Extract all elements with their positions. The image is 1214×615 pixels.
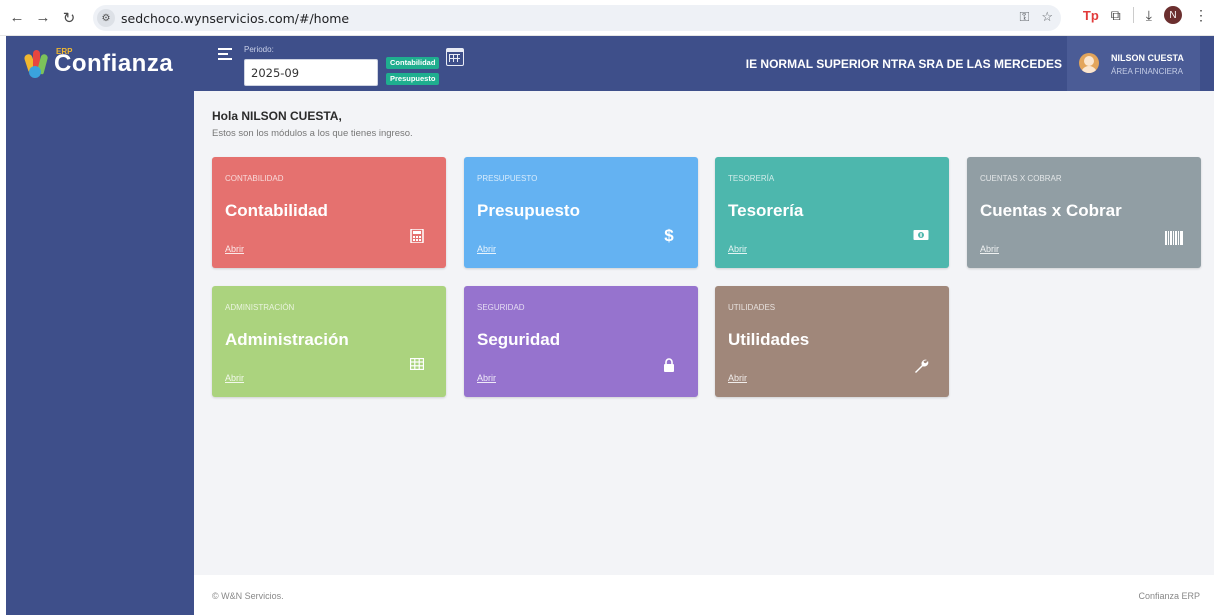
open-link[interactable]: Abrir (225, 373, 244, 383)
module-card-utilidades: UTILIDADES Utilidades Abrir (715, 286, 949, 397)
main-content: Hola NILSON CUESTA, Estos son los módulo… (194, 91, 1214, 575)
wrench-icon (913, 358, 929, 373)
password-key-icon[interactable]: ⚿ (1019, 9, 1029, 25)
hand-logo-icon (23, 48, 49, 80)
card-category: PRESUPUESTO (477, 174, 538, 183)
card-category: SEGURIDAD (477, 303, 525, 312)
menu-toggle-icon[interactable] (218, 48, 232, 60)
open-link[interactable]: Abrir (980, 244, 999, 254)
browser-toolbar: ← → ↻ ⚙ sedchoco.wynservicios.com/#/home… (0, 0, 1214, 36)
card-title: Utilidades (728, 330, 810, 349)
site-settings-icon[interactable]: ⚙ (97, 9, 115, 27)
profile-avatar[interactable]: N (1164, 6, 1182, 24)
institution-name: IE NORMAL SUPERIOR NTRA SRA DE LAS MERCE… (745, 57, 1062, 71)
periodo-label: Periodo: (244, 45, 274, 54)
table-icon (409, 357, 425, 372)
periodo-input[interactable]: 2025-09 (244, 59, 378, 86)
open-link[interactable]: Abrir (477, 373, 496, 383)
greeting-subtitle: Estos son los módulos a los que tienes i… (212, 128, 413, 139)
badge-presupuesto: Presupuesto (386, 73, 440, 85)
address-bar[interactable]: ⚙ sedchoco.wynservicios.com/#/home ⚿ ☆ (93, 5, 1061, 31)
card-title: Contabilidad (225, 201, 328, 220)
toolbar-divider (1132, 7, 1134, 23)
card-category: CONTABILIDAD (225, 174, 284, 183)
forward-icon[interactable]: → (32, 7, 54, 29)
barcode-icon (1165, 231, 1183, 245)
back-icon[interactable]: ← (6, 7, 28, 29)
menu-kebab-icon[interactable]: ⋮ (1194, 7, 1208, 24)
module-card-seguridad: SEGURIDAD Seguridad Abrir (464, 286, 698, 397)
download-icon[interactable]: ⤓ (1146, 7, 1152, 24)
card-category: TESORERÍA (728, 174, 775, 183)
module-card-administracion: ADMINISTRACIÓN Administración Abrir (212, 286, 446, 397)
url-text[interactable]: sedchoco.wynservicios.com/#/home (121, 11, 349, 26)
sidebar (6, 91, 194, 615)
greeting-title: Hola NILSON CUESTA, (212, 109, 342, 123)
calendar-icon[interactable] (446, 48, 464, 66)
badge-contabilidad: Contabilidad (386, 57, 440, 69)
card-category: UTILIDADES (728, 303, 776, 312)
card-category: CUENTAS X COBRAR (980, 174, 1062, 183)
lock-icon (662, 358, 676, 372)
card-title: Administración (225, 330, 349, 349)
card-category: ADMINISTRACIÓN (225, 303, 295, 312)
user-avatar (1079, 53, 1099, 73)
footer-copyright: © W&N Servicios. (212, 591, 284, 601)
card-title: Tesorería (728, 201, 804, 220)
open-link[interactable]: Abrir (225, 244, 244, 254)
footer: © W&N Servicios. Confianza ERP (194, 575, 1214, 615)
open-link[interactable]: Abrir (477, 244, 496, 254)
card-title: Seguridad (477, 330, 561, 349)
reload-icon[interactable]: ↻ (58, 7, 80, 29)
calculator-icon (410, 228, 424, 244)
bookmark-star-icon[interactable]: ☆ (1041, 9, 1053, 25)
confianza-logo[interactable]: ERP Confianza (23, 44, 173, 84)
card-title: Cuentas x Cobrar (980, 201, 1122, 220)
module-card-contabilidad: CONTABILIDAD Contabilidad Abrir (212, 157, 446, 268)
user-menu[interactable]: NILSON CUESTA ÁREA FINANCIERA (1067, 36, 1200, 91)
money-icon (913, 229, 929, 243)
card-title: Presupuesto (477, 201, 580, 220)
open-link[interactable]: Abrir (728, 373, 747, 383)
dollar-icon: $ (664, 226, 674, 245)
footer-brand: Confianza ERP (1138, 591, 1200, 601)
user-role: ÁREA FINANCIERA (1111, 67, 1184, 76)
open-link[interactable]: Abrir (728, 244, 747, 254)
extensions-puzzle-icon[interactable]: ⧉ (1111, 7, 1121, 24)
extension-tp-icon[interactable]: Tp (1083, 8, 1099, 23)
app-header: ERP Confianza Periodo: 2025-09 Contabili… (6, 36, 1214, 91)
module-card-tesoreria: TESORERÍA Tesorería Abrir (715, 157, 949, 268)
logo-erp-label: ERP (56, 47, 73, 56)
user-name: NILSON CUESTA (1111, 53, 1184, 63)
module-card-cuentas-x-cobrar: CUENTAS X COBRAR Cuentas x Cobrar Abrir (967, 157, 1201, 268)
module-card-presupuesto: PRESUPUESTO Presupuesto Abrir $ (464, 157, 698, 268)
